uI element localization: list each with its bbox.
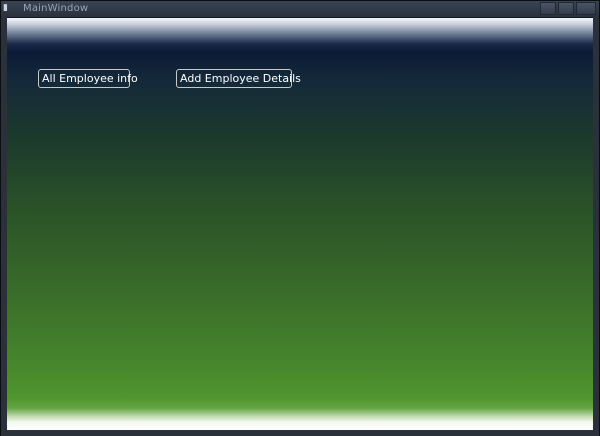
client-area: All Employee info Add Employee Details [7, 18, 593, 430]
window-frame-right [593, 17, 599, 435]
title-bar[interactable]: ▮ MainWindow [1, 1, 599, 18]
window-icon[interactable]: ▮ [3, 3, 9, 13]
minimize-button[interactable] [540, 2, 556, 15]
main-window: ▮ MainWindow All Employee info Add Emplo… [0, 0, 600, 436]
window-title: MainWindow [23, 3, 89, 14]
maximize-button[interactable] [558, 2, 574, 15]
add-employee-details-button[interactable]: Add Employee Details [176, 69, 301, 88]
close-button[interactable] [576, 2, 596, 15]
window-frame-bottom [1, 430, 599, 436]
all-employee-info-button[interactable]: All Employee info [38, 69, 138, 88]
